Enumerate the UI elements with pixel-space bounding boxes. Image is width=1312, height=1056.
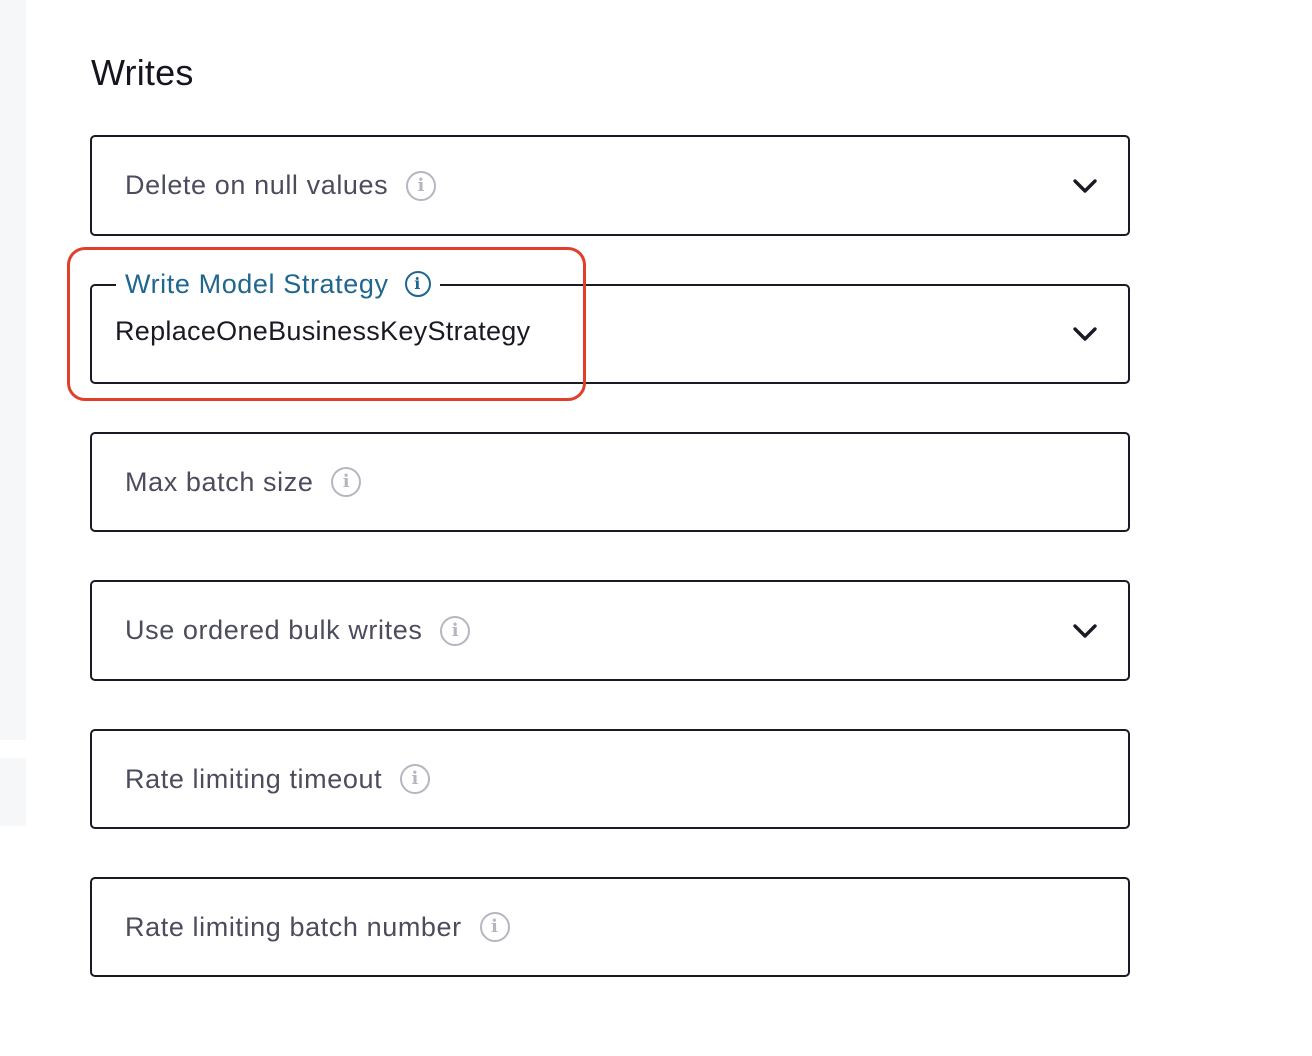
- max-batch-size-label: Max batch size: [125, 466, 314, 497]
- use-ordered-bulk-writes-select[interactable]: Use ordered bulk writes i: [90, 580, 1130, 681]
- left-rail-gap: [0, 740, 26, 758]
- rate-limiting-timeout-input[interactable]: Rate limiting timeout i: [90, 729, 1130, 829]
- left-rail: [0, 0, 26, 826]
- section-title: Writes: [91, 52, 194, 93]
- chevron-down-icon[interactable]: [1072, 176, 1098, 196]
- info-icon[interactable]: i: [331, 467, 362, 497]
- rate-limiting-batch-number-input[interactable]: Rate limiting batch number i: [90, 877, 1130, 977]
- delete-on-null-values-label: Delete on null values: [125, 170, 389, 200]
- info-icon[interactable]: i: [406, 170, 437, 201]
- rate-limiting-batch-number-label: Rate limiting batch number: [125, 911, 462, 942]
- write-model-strategy-value: ReplaceOneBusinessKeyStrategy: [115, 316, 531, 346]
- write-model-strategy-label: Write Model Strategy: [125, 269, 389, 299]
- floating-label-wrapper: Write Model Strategy i: [116, 267, 440, 301]
- field-label-wrapper: Delete on null values i: [125, 137, 437, 234]
- info-icon[interactable]: i: [400, 764, 431, 794]
- use-ordered-bulk-writes-label: Use ordered bulk writes: [125, 615, 423, 645]
- chevron-down-icon[interactable]: [1072, 324, 1098, 344]
- chevron-down-icon[interactable]: [1072, 621, 1098, 641]
- field-label-wrapper: Use ordered bulk writes i: [125, 582, 471, 679]
- field-label-wrapper: Max batch size i: [125, 434, 362, 530]
- write-model-strategy-select[interactable]: Write Model Strategy i ReplaceOneBusines…: [90, 267, 1130, 384]
- field-label-wrapper: Rate limiting batch number i: [125, 879, 510, 975]
- max-batch-size-input[interactable]: Max batch size i: [90, 432, 1130, 532]
- info-icon[interactable]: i: [404, 271, 431, 297]
- field-label-wrapper: Rate limiting timeout i: [125, 731, 431, 827]
- info-icon[interactable]: i: [440, 615, 471, 646]
- delete-on-null-values-select[interactable]: Delete on null values i: [90, 135, 1130, 236]
- rate-limiting-timeout-label: Rate limiting timeout: [125, 763, 383, 794]
- info-icon[interactable]: i: [479, 912, 510, 942]
